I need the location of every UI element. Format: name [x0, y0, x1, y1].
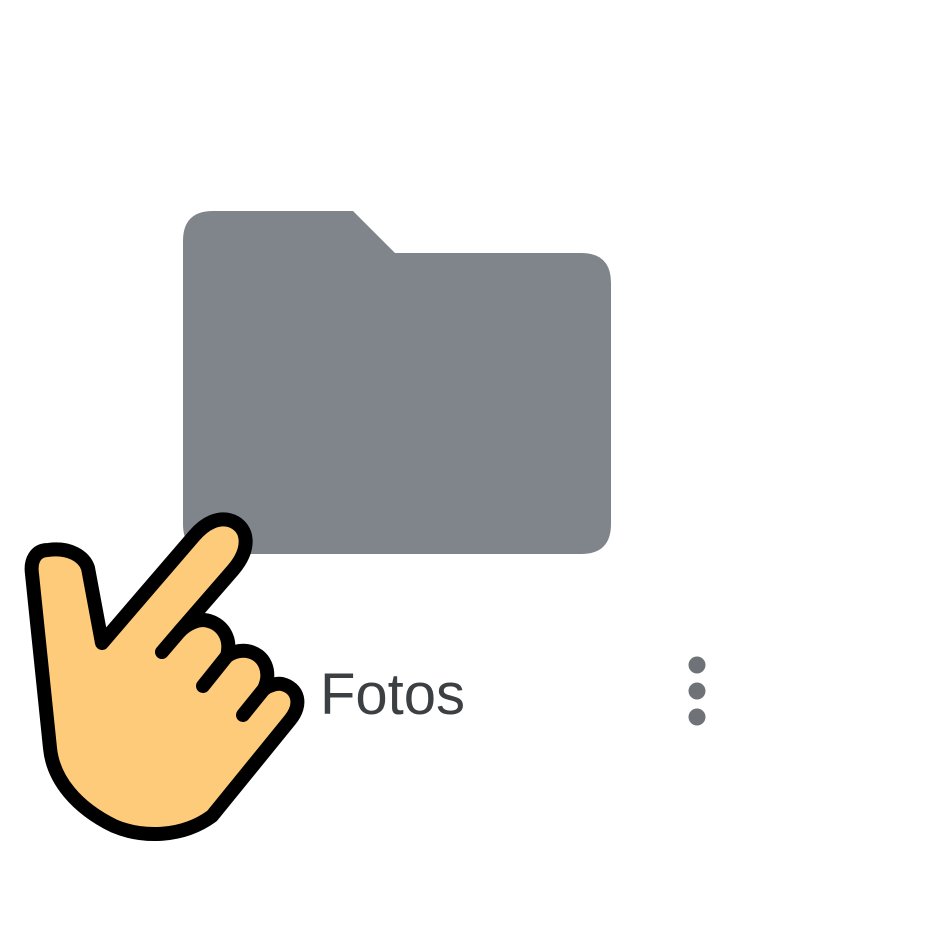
more-options-button[interactable] — [675, 652, 721, 732]
folder-item-fotos[interactable]: Fotos — [0, 0, 945, 945]
folder-name: Fotos — [320, 662, 466, 727]
screen: Fotos — [0, 0, 945, 945]
folder-icon — [183, 211, 611, 554]
more-vert-icon — [688, 656, 706, 726]
